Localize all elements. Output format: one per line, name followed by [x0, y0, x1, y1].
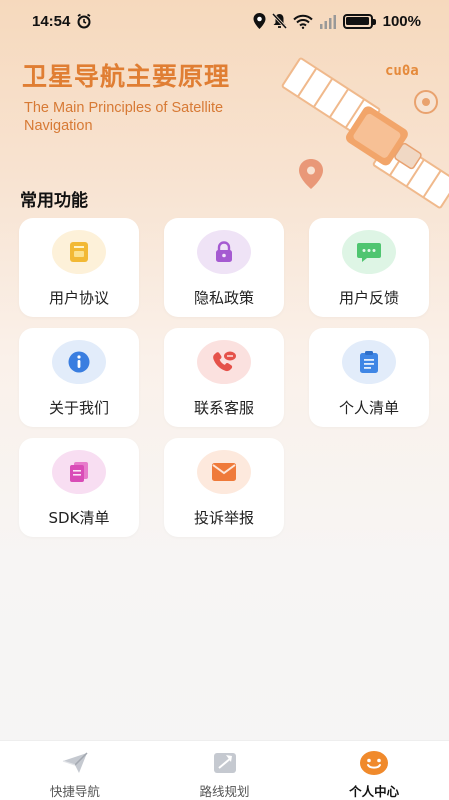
- status-time-group: 14:54: [32, 13, 92, 30]
- nav-personal-center[interactable]: 个人中心: [299, 741, 449, 800]
- wifi-icon: [292, 14, 313, 29]
- map-icon: [210, 750, 240, 776]
- files-icon: [70, 462, 88, 482]
- function-label: 用户协议: [48, 289, 109, 307]
- function-user-feedback[interactable]: 用户反馈: [309, 218, 429, 317]
- function-label: 用户反馈: [338, 289, 399, 307]
- function-grid: 用户协议 隐私政策 用户反馈 关于我们 联系客服 个人清单 SDK清单 投诉举报: [19, 218, 431, 537]
- function-privacy-policy[interactable]: 隐私政策: [164, 218, 284, 317]
- function-icon-bg: [197, 230, 251, 274]
- clipboard-icon: [360, 351, 378, 373]
- function-icon-bg: [197, 340, 251, 384]
- location-icon: [253, 13, 266, 29]
- phone-icon: [213, 351, 236, 372]
- status-time: 14:54: [32, 12, 71, 30]
- function-icon-bg: [52, 450, 106, 494]
- smile-icon: [359, 750, 389, 776]
- function-label: 投诉举报: [193, 509, 254, 527]
- function-label: 关于我们: [48, 399, 109, 417]
- function-label: SDK清单: [48, 509, 110, 527]
- send-icon: [60, 750, 90, 776]
- mute-icon: [271, 13, 287, 29]
- banner-title: 卫星导航主要原理: [22, 62, 231, 91]
- document-icon: [70, 242, 88, 262]
- status-icons: 100%: [253, 13, 421, 30]
- function-icon-bg: [342, 340, 396, 384]
- function-icon-bg: [52, 340, 106, 384]
- function-label: 个人清单: [338, 399, 399, 417]
- signal-icon: [319, 14, 336, 29]
- battery-level: 100%: [382, 12, 421, 30]
- location-pin-icon: [299, 159, 323, 189]
- banner-subtitle: The Main Principles of Satellite Navigat…: [24, 100, 224, 134]
- nav-label: 路线规划: [199, 784, 250, 799]
- function-sdk-list[interactable]: SDK清单: [19, 438, 139, 537]
- bottom-nav: 快捷导航 路线规划 个人中心: [0, 740, 449, 800]
- function-contact-service[interactable]: 联系客服: [164, 328, 284, 427]
- alarm-icon: [77, 13, 91, 29]
- function-personal-list[interactable]: 个人清单: [309, 328, 429, 427]
- function-icon-bg: [52, 230, 106, 274]
- battery-icon: [342, 13, 376, 29]
- nav-label: 快捷导航: [49, 784, 100, 799]
- nav-route-planning[interactable]: 路线规划: [150, 741, 300, 800]
- function-user-agreement[interactable]: 用户协议: [19, 218, 139, 317]
- nav-quick-navigation[interactable]: 快捷导航: [0, 741, 150, 800]
- function-complaint-report[interactable]: 投诉举报: [164, 438, 284, 537]
- lock-icon: [216, 241, 232, 262]
- mail-icon: [212, 463, 236, 481]
- function-about-us[interactable]: 关于我们: [19, 328, 139, 427]
- function-icon-bg: [197, 450, 251, 494]
- info-icon: [68, 351, 90, 373]
- nav-label: 个人中心: [349, 784, 400, 799]
- function-label: 联系客服: [193, 399, 254, 417]
- status-bar: 14:54 100%: [0, 0, 449, 42]
- function-label: 隐私政策: [193, 289, 254, 307]
- function-icon-bg: [342, 230, 396, 274]
- section-title: 常用功能: [20, 191, 88, 211]
- chat-icon: [357, 243, 381, 262]
